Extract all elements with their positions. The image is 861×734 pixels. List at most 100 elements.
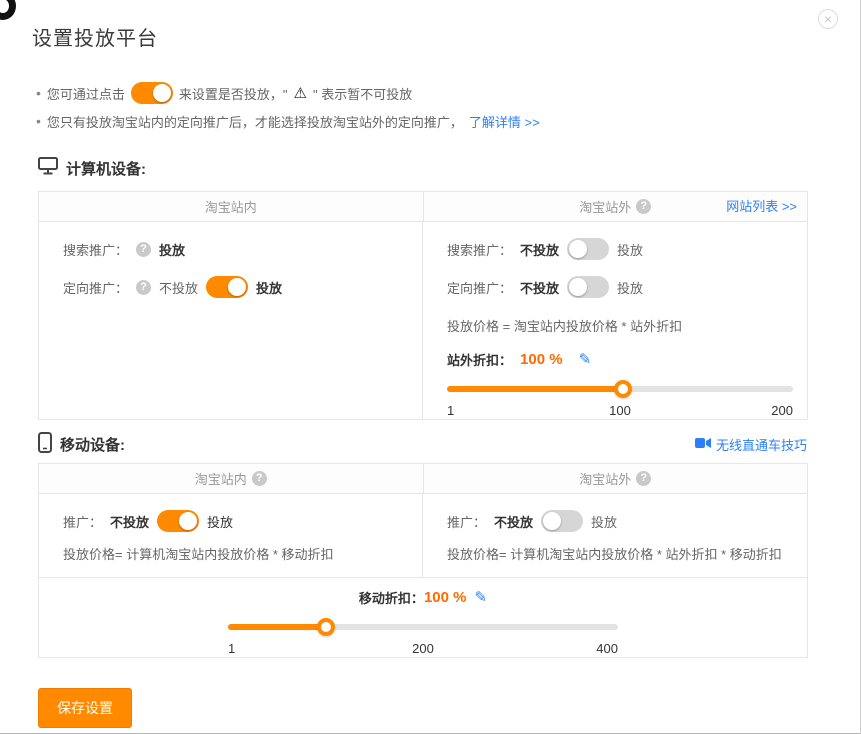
header-label: 淘宝站外 — [579, 469, 631, 488]
computer-table: 淘宝站内 淘宝站外 ? 网站列表 >> 搜索推广： ? 投放 定向推广： ? 不… — [38, 191, 808, 420]
help-icon[interactable]: ? — [636, 199, 651, 214]
computer-offsite-cell: 搜索推广： 不投放 投放 定向推广： 不投放 投放 投放价格 = 淘宝站内投放价… — [423, 222, 807, 419]
computer-table-body: 搜索推广： ? 投放 定向推广： ? 不投放 投放 搜索推广： 不投放 投 — [39, 222, 807, 419]
mobile-onsite-toggle[interactable] — [157, 510, 199, 532]
header-taobao-onsite: 淘宝站内 ? — [39, 464, 423, 493]
bullet-icon: • — [36, 85, 41, 101]
search-off-label: 不投放 — [520, 240, 559, 259]
slider-mid-label: 100 — [609, 403, 631, 418]
toggle-knob — [153, 84, 171, 102]
promo-label: 推广： — [447, 512, 486, 531]
targeted-off-label: 不投放 — [159, 278, 198, 297]
wireless-tips-icon — [695, 437, 711, 452]
mobile-discount-row: 移动折扣： 100 % ✎ — [39, 586, 807, 608]
offsite-targeted-toggle[interactable] — [567, 276, 609, 298]
targeted-promo-label: 定向推广： — [63, 278, 128, 297]
header-label: 淘宝站外 — [579, 197, 631, 216]
learn-more-link[interactable]: 了解详情 >> — [469, 112, 540, 131]
onsite-targeted-row: 定向推广： ? 不投放 投放 — [63, 276, 408, 298]
offsite-price-formula: 投放价格 = 淘宝站内投放价格 * 站外折扣 — [447, 318, 793, 336]
search-promo-label: 搜索推广： — [63, 240, 128, 259]
header-label: 淘宝站内 — [195, 469, 247, 488]
note1-text-mid: 来设置是否投放，" — [179, 84, 288, 103]
edit-icon[interactable]: ✎ — [579, 350, 592, 368]
mobile-section-title: 移动设备: — [60, 434, 125, 455]
site-list-link[interactable]: 网站列表 >> — [726, 192, 797, 222]
mobile-offsite-formula: 投放价格= 计算机淘宝站内投放价格 * 站外折扣 * 移动折扣 — [447, 546, 793, 564]
toggle-knob — [543, 512, 561, 530]
computer-section-title: 计算机设备: — [66, 158, 146, 179]
targeted-on-label: 投放 — [256, 278, 282, 297]
offsite-slider-labels: 1 100 200 — [447, 403, 793, 419]
wireless-tips-label: 无线直通车技巧 — [716, 435, 807, 454]
offsite-targeted-row: 定向推广： 不投放 投放 — [447, 276, 793, 298]
bullet-icon: • — [36, 113, 41, 129]
note1-text-after: " 表示暂不可投放 — [313, 84, 412, 103]
computer-table-header: 淘宝站内 淘宝站外 ? 网站列表 >> — [39, 192, 807, 222]
mobile-offsite-cell: 推广： 不投放 投放 投放价格= 计算机淘宝站内投放价格 * 站外折扣 * 移动… — [423, 494, 807, 577]
promo-off-label: 不投放 — [110, 512, 149, 531]
offsite-discount-row: 站外折扣： 100 % ✎ — [447, 348, 793, 370]
help-icon[interactable]: ? — [252, 471, 267, 486]
search-promo-label: 搜索推广： — [447, 240, 512, 259]
offsite-search-row: 搜索推广： 不投放 投放 — [447, 238, 793, 260]
mobile-discount-label: 移动折扣： — [359, 588, 424, 607]
notes-list: • 您可通过点击 来设置是否投放，" ⚠ " 表示暂不可投放 • 您只有投放淘宝… — [36, 79, 860, 135]
slider-handle[interactable] — [317, 618, 335, 636]
mobile-offsite-toggle[interactable] — [541, 510, 583, 532]
help-icon[interactable]: ? — [636, 471, 651, 486]
mobile-slider-labels: 1 200 400 — [228, 641, 618, 657]
slider-mid-label: 200 — [412, 641, 434, 656]
computer-onsite-cell: 搜索推广： ? 投放 定向推广： ? 不投放 投放 — [39, 222, 423, 419]
slider-max-label: 200 — [771, 403, 793, 418]
mobile-offsite-promo-row: 推广： 不投放 投放 — [447, 510, 793, 532]
background-blob — [0, 0, 16, 20]
header-label: 淘宝站内 — [205, 197, 257, 216]
targeted-promo-label: 定向推广： — [447, 278, 512, 297]
onsite-targeted-toggle[interactable] — [206, 276, 248, 298]
note2-text: 您只有投放淘宝站内的定向推广后，才能选择投放淘宝站外的定向推广， — [47, 112, 463, 131]
promo-on-label: 投放 — [207, 512, 233, 531]
note-line-2: • 您只有投放淘宝站内的定向推广后，才能选择投放淘宝站外的定向推广， 了解详情 … — [36, 107, 860, 135]
warning-icon: ⚠ — [294, 86, 307, 101]
slider-fill — [447, 386, 623, 392]
example-toggle — [131, 82, 173, 104]
help-icon[interactable]: ? — [136, 242, 151, 257]
slider-min-label: 1 — [228, 641, 235, 656]
offsite-discount-slider[interactable] — [447, 380, 793, 397]
mobile-onsite-cell: 推广： 不投放 投放 投放价格= 计算机淘宝站内投放价格 * 移动折扣 — [39, 494, 423, 577]
edit-icon[interactable]: ✎ — [474, 588, 487, 606]
set-platform-dialog: × 设置投放平台 • 您可通过点击 来设置是否投放，" ⚠ " 表示暂不可投放 … — [0, 0, 861, 734]
mobile-onsite-formula: 投放价格= 计算机淘宝站内投放价格 * 移动折扣 — [63, 546, 408, 564]
note-line-1: • 您可通过点击 来设置是否投放，" ⚠ " 表示暂不可投放 — [36, 79, 860, 107]
search-on-label: 投放 — [617, 240, 643, 259]
header-taobao-offsite: 淘宝站外 ? — [423, 464, 808, 493]
onsite-search-row: 搜索推广： ? 投放 — [63, 238, 408, 260]
targeted-off-label: 不投放 — [520, 278, 559, 297]
offsite-search-toggle[interactable] — [567, 238, 609, 260]
save-settings-button[interactable]: 保存设置 — [38, 688, 132, 728]
mobile-slider-wrap: 1 200 400 — [228, 618, 618, 657]
toggle-knob — [569, 278, 587, 296]
mobile-table-header: 淘宝站内 ? 淘宝站外 ? — [39, 464, 807, 494]
toggle-knob — [228, 278, 246, 296]
mobile-table: 淘宝站内 ? 淘宝站外 ? 推广： 不投放 投放 投放价格= 计算机淘宝站内投放… — [38, 463, 808, 658]
promo-on-label: 投放 — [591, 512, 617, 531]
help-icon[interactable]: ? — [136, 280, 151, 295]
slider-handle[interactable] — [614, 380, 632, 398]
mobile-discount-slider[interactable] — [228, 618, 618, 635]
mobile-discount-footer: 移动折扣： 100 % ✎ 1 200 400 — [39, 577, 807, 657]
mobile-discount-value: 100 % — [424, 589, 467, 606]
toggle-knob — [569, 240, 587, 258]
monitor-icon — [38, 157, 58, 179]
search-promo-value: 投放 — [159, 240, 185, 259]
promo-label: 推广： — [63, 512, 102, 531]
offsite-discount-value: 100 % — [520, 351, 563, 368]
note1-text-before: 您可通过点击 — [47, 84, 125, 103]
wireless-tips-link[interactable]: 无线直通车技巧 — [695, 435, 807, 454]
targeted-on-label: 投放 — [617, 278, 643, 297]
close-icon[interactable]: × — [818, 9, 838, 29]
promo-off-label: 不投放 — [494, 512, 533, 531]
computer-section-header: 计算机设备: — [38, 157, 807, 179]
offsite-discount-label: 站外折扣： — [447, 350, 512, 369]
